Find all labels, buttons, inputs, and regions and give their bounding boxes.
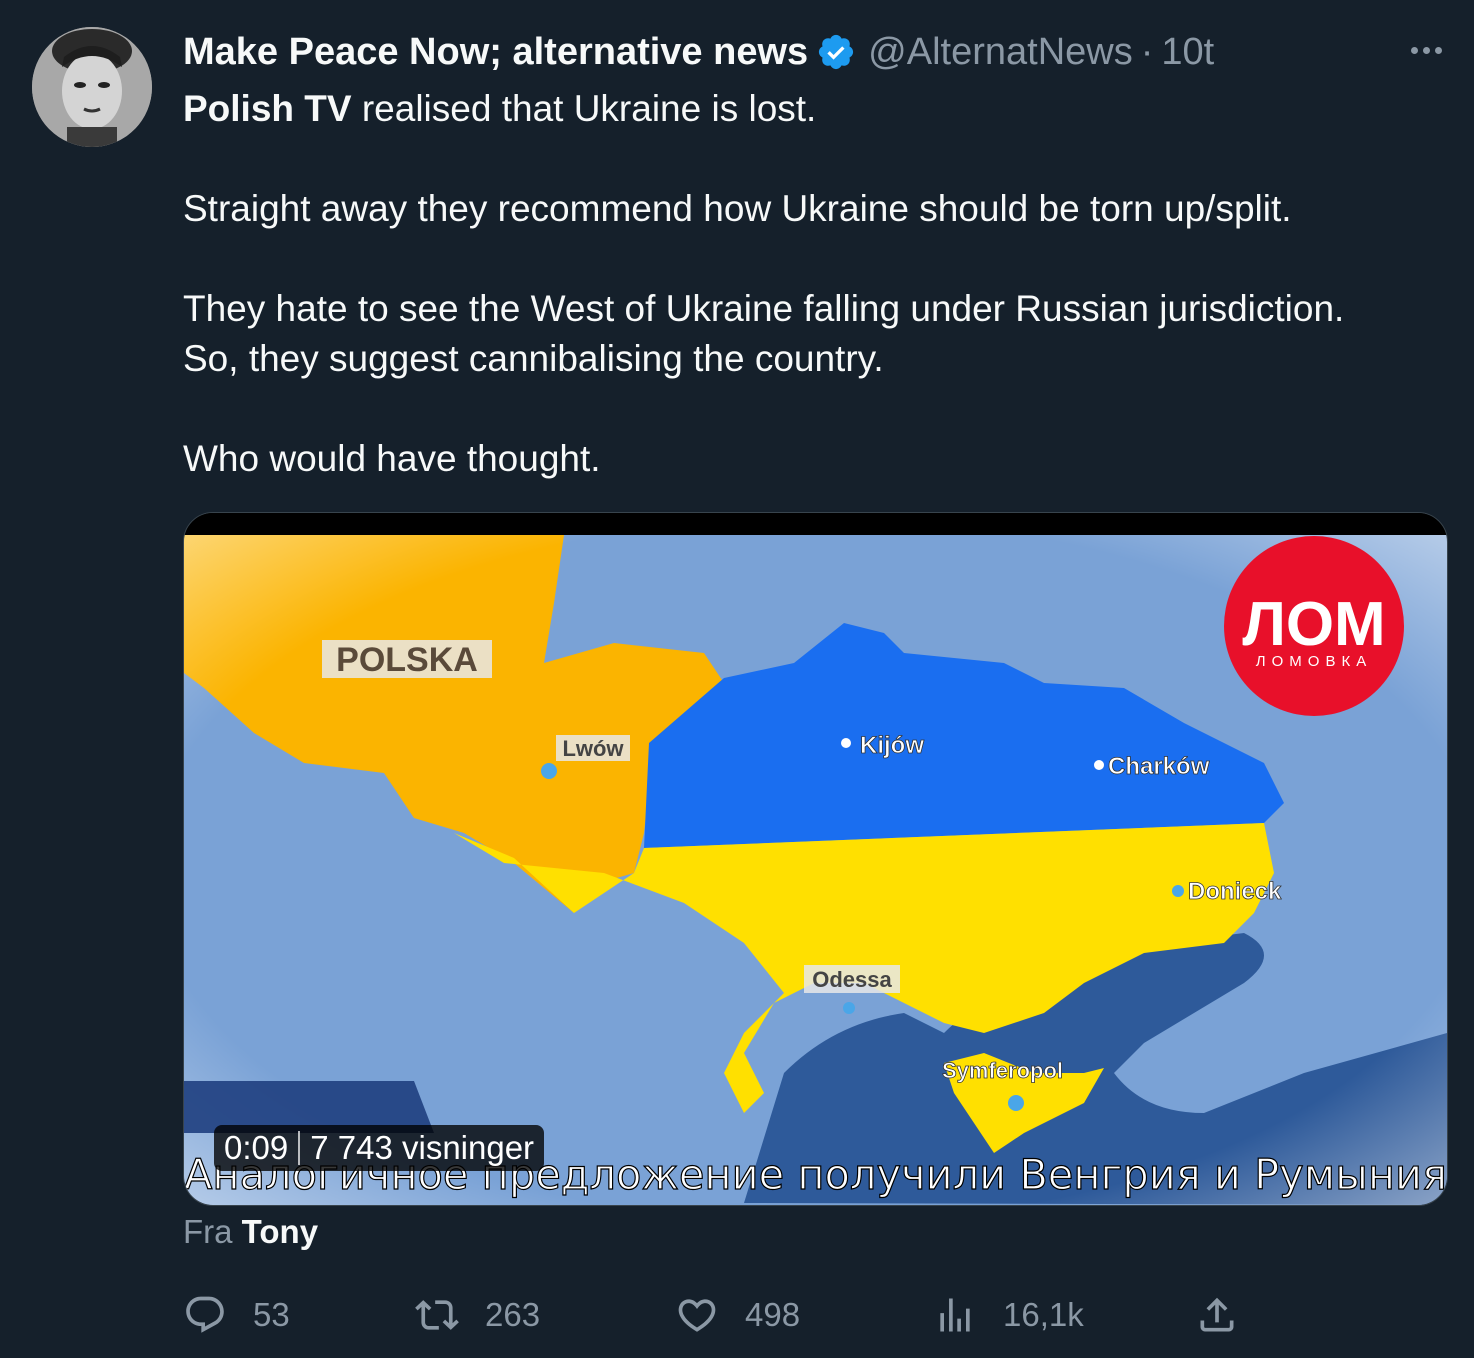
- retweet-count: 263: [485, 1296, 541, 1333]
- tweet-text: Polish TV realised that Ukraine is lost.…: [183, 84, 1433, 484]
- tweet-paragraph-2: Straight away they recommend how Ukraine…: [183, 188, 1292, 229]
- tweet-bold-text: Polish TV: [183, 88, 352, 129]
- like-button[interactable]: 498: [675, 1285, 800, 1345]
- tweet-line-3b: So, they suggest cannibalising the count…: [183, 338, 884, 379]
- share-button[interactable]: [1195, 1285, 1265, 1345]
- video-views: 7 743 visninger: [310, 1129, 535, 1166]
- views-button[interactable]: 16,1k: [933, 1285, 1084, 1345]
- avatar-image: [32, 27, 152, 147]
- map-label-odessa: Odessa: [812, 967, 892, 992]
- tweet-line1-rest: realised that Ukraine is lost.: [351, 88, 817, 129]
- share-icon: [1200, 1297, 1234, 1332]
- views-icon: [940, 1298, 970, 1332]
- reply-button[interactable]: 53: [183, 1285, 290, 1345]
- verified-badge-icon: [819, 34, 854, 70]
- map-label-donieck: Donieck: [1188, 878, 1282, 905]
- reply-icon: [186, 1296, 224, 1333]
- video-frame-map: POLSKA Lwów Kijów Charków Donieck Odessa…: [184, 513, 1447, 1205]
- tweet-paragraph-4: Who would have thought.: [183, 438, 601, 479]
- like-icon: [678, 1299, 716, 1332]
- video-badge: 0:09 7 743 visninger: [214, 1125, 545, 1171]
- author-display-name[interactable]: Make Peace Now; alternative news: [183, 31, 808, 74]
- map-label-polska: POLSKA: [336, 641, 478, 679]
- tweet-paragraph-3: They hate to see the West of Ukraine fal…: [183, 284, 1433, 384]
- tweet-time[interactable]: 10t: [1161, 31, 1214, 74]
- retweet-button[interactable]: 263: [415, 1285, 540, 1345]
- video-source: Fra Tony: [183, 1213, 318, 1251]
- retweet-icon: [415, 1300, 459, 1330]
- video-duration: 0:09: [224, 1129, 289, 1166]
- map-label-symferopol: Symferopol: [942, 1058, 1063, 1083]
- logo-subtext: ЛОМОВКА: [1256, 653, 1372, 670]
- author-handle[interactable]: @AlternatNews: [868, 31, 1133, 74]
- views-count: 16,1k: [1003, 1296, 1084, 1333]
- source-name[interactable]: Tony: [242, 1213, 318, 1250]
- reply-count: 53: [253, 1296, 290, 1333]
- map-label-lwow: Lwów: [562, 736, 624, 761]
- header-separator: ·: [1140, 30, 1154, 73]
- more-options-icon[interactable]: [1406, 32, 1446, 68]
- like-count: 498: [745, 1296, 801, 1333]
- channel-logo: ЛОМ ЛОМОВКА: [1224, 536, 1404, 716]
- tweet-paragraph-1: Polish TV realised that Ukraine is lost.: [183, 84, 1433, 134]
- tweet-line-3a: They hate to see the West of Ukraine fal…: [183, 288, 1345, 329]
- map-label-kijow: Kijów: [860, 732, 924, 759]
- map-label-charkow: Charków: [1108, 753, 1210, 780]
- tweet-actions: 53 263 498 16,1k: [183, 1285, 1263, 1345]
- tweet-header: Make Peace Now; alternative news @Altern…: [183, 28, 1444, 76]
- video-player[interactable]: POLSKA Lwów Kijów Charków Donieck Odessa…: [183, 512, 1448, 1206]
- source-prefix: Fra: [183, 1213, 242, 1250]
- logo-text: ЛОМ: [1242, 590, 1385, 659]
- avatar[interactable]: [32, 27, 152, 147]
